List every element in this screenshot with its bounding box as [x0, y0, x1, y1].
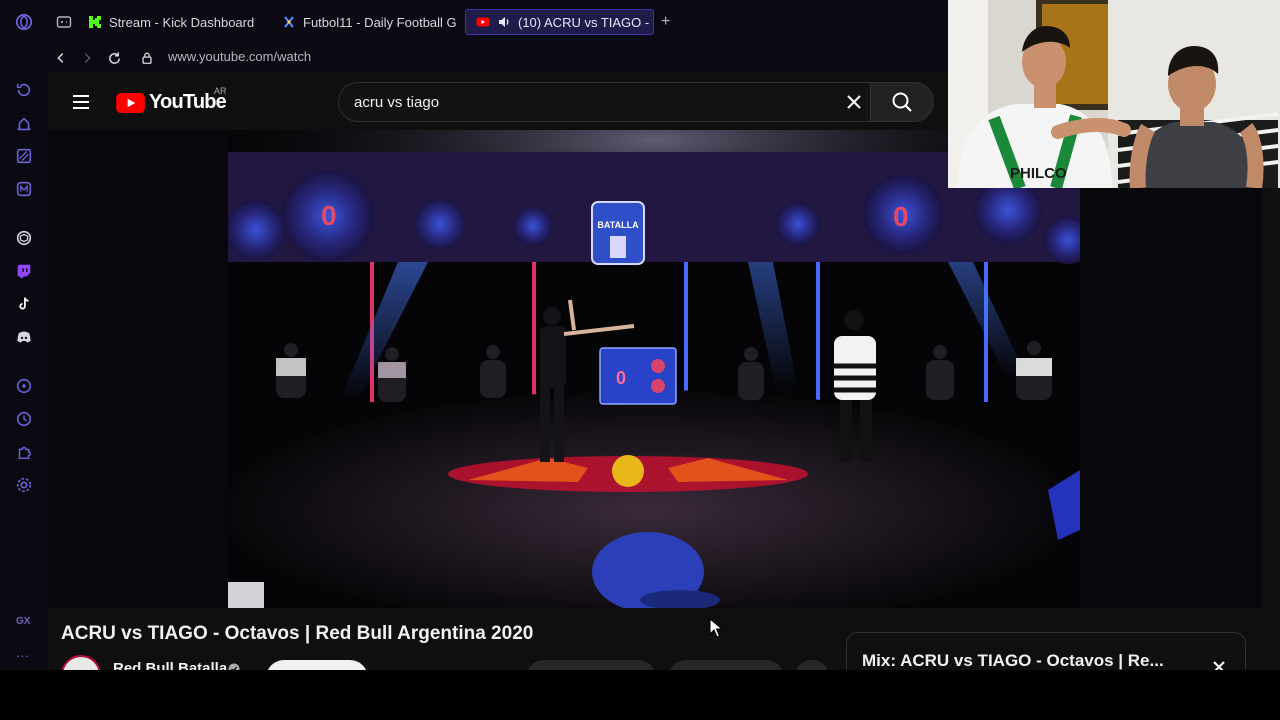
facecam-image: PHILCO — [948, 0, 1280, 188]
forward-button[interactable] — [76, 47, 98, 69]
search-input[interactable]: acru vs tiago — [338, 82, 870, 122]
kick-icon — [88, 15, 102, 29]
search-button[interactable] — [870, 82, 934, 122]
tab-label: Futbol11 - Daily Football G — [303, 14, 457, 30]
video-player[interactable]: 0 0 BATALLA 0 — [48, 130, 1262, 608]
letterbox-bar — [0, 670, 1280, 720]
futbol11-icon — [282, 15, 296, 29]
tiktok-icon[interactable] — [14, 294, 34, 314]
sidebar-more-icon[interactable]: ··· — [16, 648, 29, 663]
jersey-text: PHILCO — [1010, 165, 1067, 182]
discord-icon[interactable] — [14, 327, 34, 347]
menu-icon[interactable] — [70, 91, 92, 113]
youtube-header: YouTube AR acru vs tiago — [48, 72, 948, 130]
youtube-icon — [476, 15, 490, 29]
player-icon[interactable] — [14, 376, 34, 396]
search-query-text: acru vs tiago — [354, 94, 440, 111]
mouse-cursor-icon — [709, 617, 724, 638]
extensions-icon[interactable] — [14, 442, 34, 462]
back-button[interactable] — [50, 47, 72, 69]
chatgpt-icon[interactable] — [14, 228, 34, 248]
twitch-icon[interactable] — [14, 261, 34, 281]
history-icon[interactable] — [14, 409, 34, 429]
tab-label: Stream - Kick Dashboard — [109, 14, 255, 30]
opera-logo-icon[interactable] — [14, 12, 34, 32]
clear-search-icon[interactable] — [845, 93, 863, 111]
video-title: ACRU vs TIAGO - Octavos | Red Bull Argen… — [61, 623, 534, 644]
stage-sign-text: BATALLA — [597, 220, 639, 230]
tab-workspace-icon[interactable] — [52, 9, 78, 35]
tab-bar: Stream - Kick Dashboard Futbol11 - Daily… — [48, 0, 948, 44]
search-icon — [892, 92, 912, 112]
tab-label: (10) ACRU vs TIAGO - — [518, 14, 650, 30]
messenger-icon[interactable] — [14, 179, 34, 199]
tab-futbol11[interactable]: Futbol11 - Daily Football G — [272, 9, 458, 35]
video-frame[interactable]: 0 0 BATALLA 0 — [228, 130, 1080, 608]
reload-button[interactable] — [103, 47, 125, 69]
mix-playlist-title: Mix: ACRU vs TIAGO - Octavos | Re... — [862, 651, 1164, 670]
speaker-icon[interactable] — [497, 15, 511, 29]
browser-sidebar: GX ··· — [0, 0, 48, 670]
settings-gear-icon[interactable] — [14, 475, 34, 495]
stage-screen-number: 0 — [893, 201, 909, 232]
lock-icon[interactable] — [136, 47, 158, 69]
facecam-overlay: PHILCO — [948, 0, 1280, 188]
screen: GX ··· Stream - Kick Dashboard Futbol11 … — [0, 0, 1280, 720]
url-field[interactable]: www.youtube.com/watch — [168, 49, 311, 64]
gx-control-icon[interactable] — [14, 80, 34, 100]
booth-screen-number: 0 — [616, 368, 626, 388]
gx-corner-icon[interactable] — [14, 114, 34, 134]
stage-screen-number: 0 — [321, 200, 337, 231]
new-tab-button[interactable]: + — [658, 9, 678, 35]
address-bar: www.youtube.com/watch — [48, 44, 948, 72]
gx-label: GX — [16, 616, 31, 627]
news-icon[interactable] — [14, 146, 34, 166]
youtube-play-logo-icon — [116, 92, 145, 113]
youtube-logo[interactable]: YouTube — [116, 91, 227, 114]
video-frame-art: 0 0 BATALLA 0 — [228, 130, 1080, 608]
region-code: AR — [214, 86, 227, 96]
tab-youtube-active[interactable]: (10) ACRU vs TIAGO - — [465, 9, 654, 35]
tab-kick-dashboard[interactable]: Stream - Kick Dashboard — [78, 9, 270, 35]
